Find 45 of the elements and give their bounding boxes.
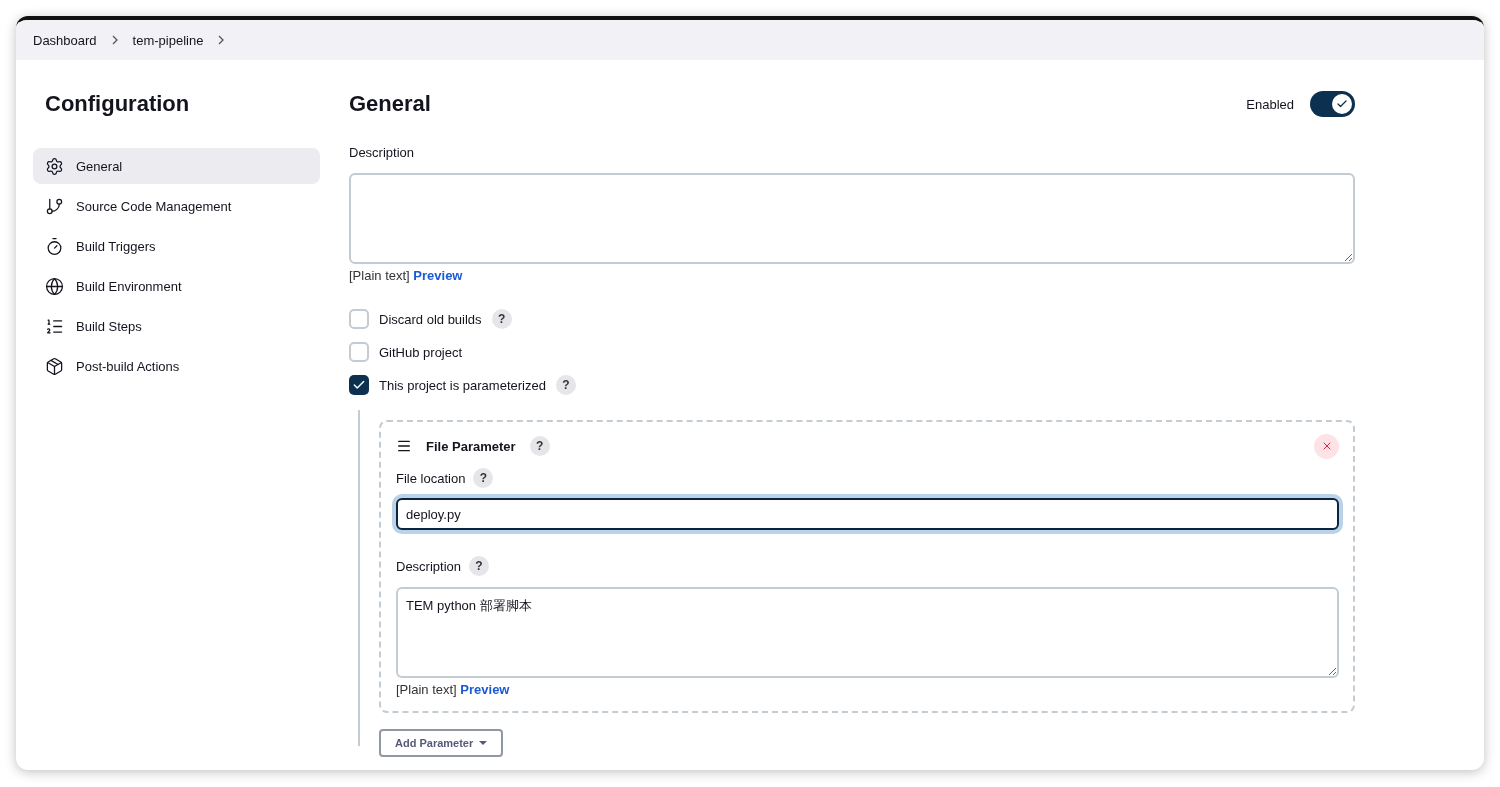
sidebar-item[interactable]: General: [33, 148, 320, 184]
branch-icon: [45, 196, 64, 216]
help-button[interactable]: ?: [555, 375, 576, 395]
sidebar-item[interactable]: Source Code Management: [33, 188, 320, 224]
checkbox-label: GitHub project: [379, 344, 463, 360]
sidebar-item[interactable]: Post-build Actions: [33, 348, 320, 384]
checkbox-label: Discard old builds: [379, 311, 482, 327]
sidebar-item[interactable]: Build Environment: [33, 268, 320, 304]
sidebar-item[interactable]: Build Steps: [33, 308, 320, 344]
drag-handle-icon[interactable]: [396, 438, 412, 454]
checkbox[interactable]: [349, 309, 369, 329]
toggle-label: Enabled: [1246, 96, 1294, 112]
sidebar-item[interactable]: Build Triggers: [33, 228, 320, 264]
globe-icon: [45, 276, 64, 296]
checkbox[interactable]: [349, 375, 369, 395]
checkbox-label: This project is parameterized: [379, 377, 546, 393]
gear-icon: [45, 156, 64, 176]
check-icon: [352, 378, 366, 392]
check-icon: [1336, 98, 1348, 110]
help-button[interactable]: ?: [491, 309, 512, 329]
timer-icon: [45, 236, 64, 256]
field-label: Description: [396, 558, 462, 574]
add-parameter-button[interactable]: Add Parameter: [379, 729, 504, 757]
preview-link[interactable]: Preview: [413, 268, 463, 283]
description-textarea[interactable]: TEM python 部署脚本: [396, 587, 1339, 678]
section-title: General: [349, 91, 431, 117]
field-label: Description: [349, 144, 415, 160]
chevron-icon[interactable]: [110, 35, 119, 45]
breadcrumb-link[interactable]: tem-pipeline: [132, 32, 204, 48]
file-location-field[interactable]: deploy.py: [396, 498, 1339, 530]
caret-icon: [479, 741, 488, 745]
help-button[interactable]: ?: [469, 556, 490, 576]
breadcrumb-link[interactable]: Dashboard: [33, 32, 97, 48]
preview-link[interactable]: Preview: [460, 682, 510, 697]
help-button[interactable]: ?: [473, 468, 494, 488]
format-hint: [Plain text]: [396, 682, 457, 697]
help-button[interactable]: ?: [529, 436, 550, 456]
field-label: File location: [396, 470, 466, 486]
format-hint: [Plain text]: [349, 268, 410, 283]
parameter-title: File Parameter: [426, 438, 516, 454]
package-icon: [45, 356, 64, 376]
checkbox[interactable]: [349, 342, 369, 362]
chevron-icon[interactable]: [217, 35, 226, 45]
sidebar-title: Configuration: [45, 90, 191, 118]
enabled-toggle[interactable]: [1310, 91, 1355, 117]
